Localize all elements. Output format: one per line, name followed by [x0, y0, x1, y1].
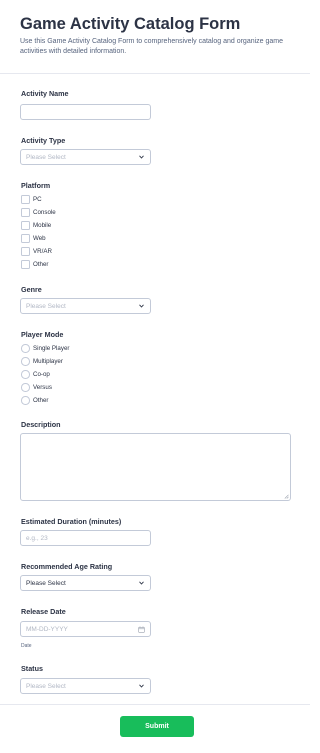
activity-type-label: Activity Type: [21, 136, 66, 145]
checkbox[interactable]: [21, 234, 30, 243]
option-label: Versus: [33, 383, 52, 391]
radio-button[interactable]: [21, 383, 30, 392]
calendar-icon[interactable]: [138, 626, 145, 633]
activity-type-select[interactable]: Please Select: [20, 149, 151, 165]
resize-handle-icon[interactable]: [284, 494, 289, 499]
checkbox[interactable]: [21, 195, 30, 204]
footer-divider: [0, 704, 310, 705]
release-date-sublabel: Date: [21, 643, 32, 649]
option-label: Multiplayer: [33, 357, 63, 365]
checkbox[interactable]: [21, 221, 30, 230]
submit-button[interactable]: Submit: [120, 716, 194, 737]
activity-name-input[interactable]: [20, 104, 151, 120]
checkbox[interactable]: [21, 260, 30, 269]
radio-button[interactable]: [21, 396, 30, 405]
option-label: PC: [33, 195, 42, 203]
description-textarea[interactable]: [20, 433, 291, 501]
option-label: Mobile: [33, 221, 52, 229]
option-label: Web: [33, 234, 46, 242]
option-label: Co-op: [33, 370, 50, 378]
activity-type-selected-value: Please Select: [26, 154, 66, 161]
option-label: Other: [33, 396, 49, 404]
chevron-down-icon: [139, 304, 144, 308]
radio-button[interactable]: [21, 357, 30, 366]
age-rating-select[interactable]: Please Select: [20, 575, 151, 591]
release-date-input[interactable]: MM-DD-YYYY: [20, 621, 151, 637]
genre-select[interactable]: Please Select: [20, 298, 151, 314]
form-title: Game Activity Catalog Form: [20, 15, 241, 33]
radio-button[interactable]: [21, 370, 30, 379]
duration-label: Estimated Duration (minutes): [21, 517, 122, 526]
form-description: Use this Game Activity Catalog Form to c…: [20, 38, 284, 55]
radio-button[interactable]: [21, 344, 30, 353]
chevron-down-icon: [139, 155, 144, 159]
description-label: Description: [21, 420, 61, 429]
release-date-placeholder: MM-DD-YYYY: [26, 626, 68, 633]
option-label: VR/AR: [33, 247, 52, 255]
checkbox[interactable]: [21, 247, 30, 256]
status-label: Status: [21, 664, 43, 673]
release-date-label: Release Date: [21, 607, 66, 616]
status-select[interactable]: Please Select: [20, 678, 151, 694]
chevron-down-icon: [139, 684, 144, 688]
chevron-down-icon: [139, 581, 144, 585]
checkbox[interactable]: [21, 208, 30, 217]
genre-selected-value: Please Select: [26, 303, 66, 310]
option-label: Other: [33, 260, 49, 268]
option-label: Single Player: [33, 344, 70, 352]
platform-label: Platform: [21, 181, 51, 190]
duration-input[interactable]: [20, 530, 151, 546]
form-header: Game Activity Catalog Form Use this Game…: [20, 14, 300, 57]
genre-label: Genre: [21, 285, 42, 294]
age-rating-label: Recommended Age Rating: [21, 562, 113, 571]
age-rating-selected-value: Please Select: [26, 580, 66, 587]
activity-name-label: Activity Name: [21, 89, 69, 98]
option-label: Console: [33, 208, 56, 216]
header-divider: [0, 73, 310, 74]
player-mode-label: Player Mode: [21, 330, 64, 339]
status-selected-value: Please Select: [26, 683, 66, 690]
